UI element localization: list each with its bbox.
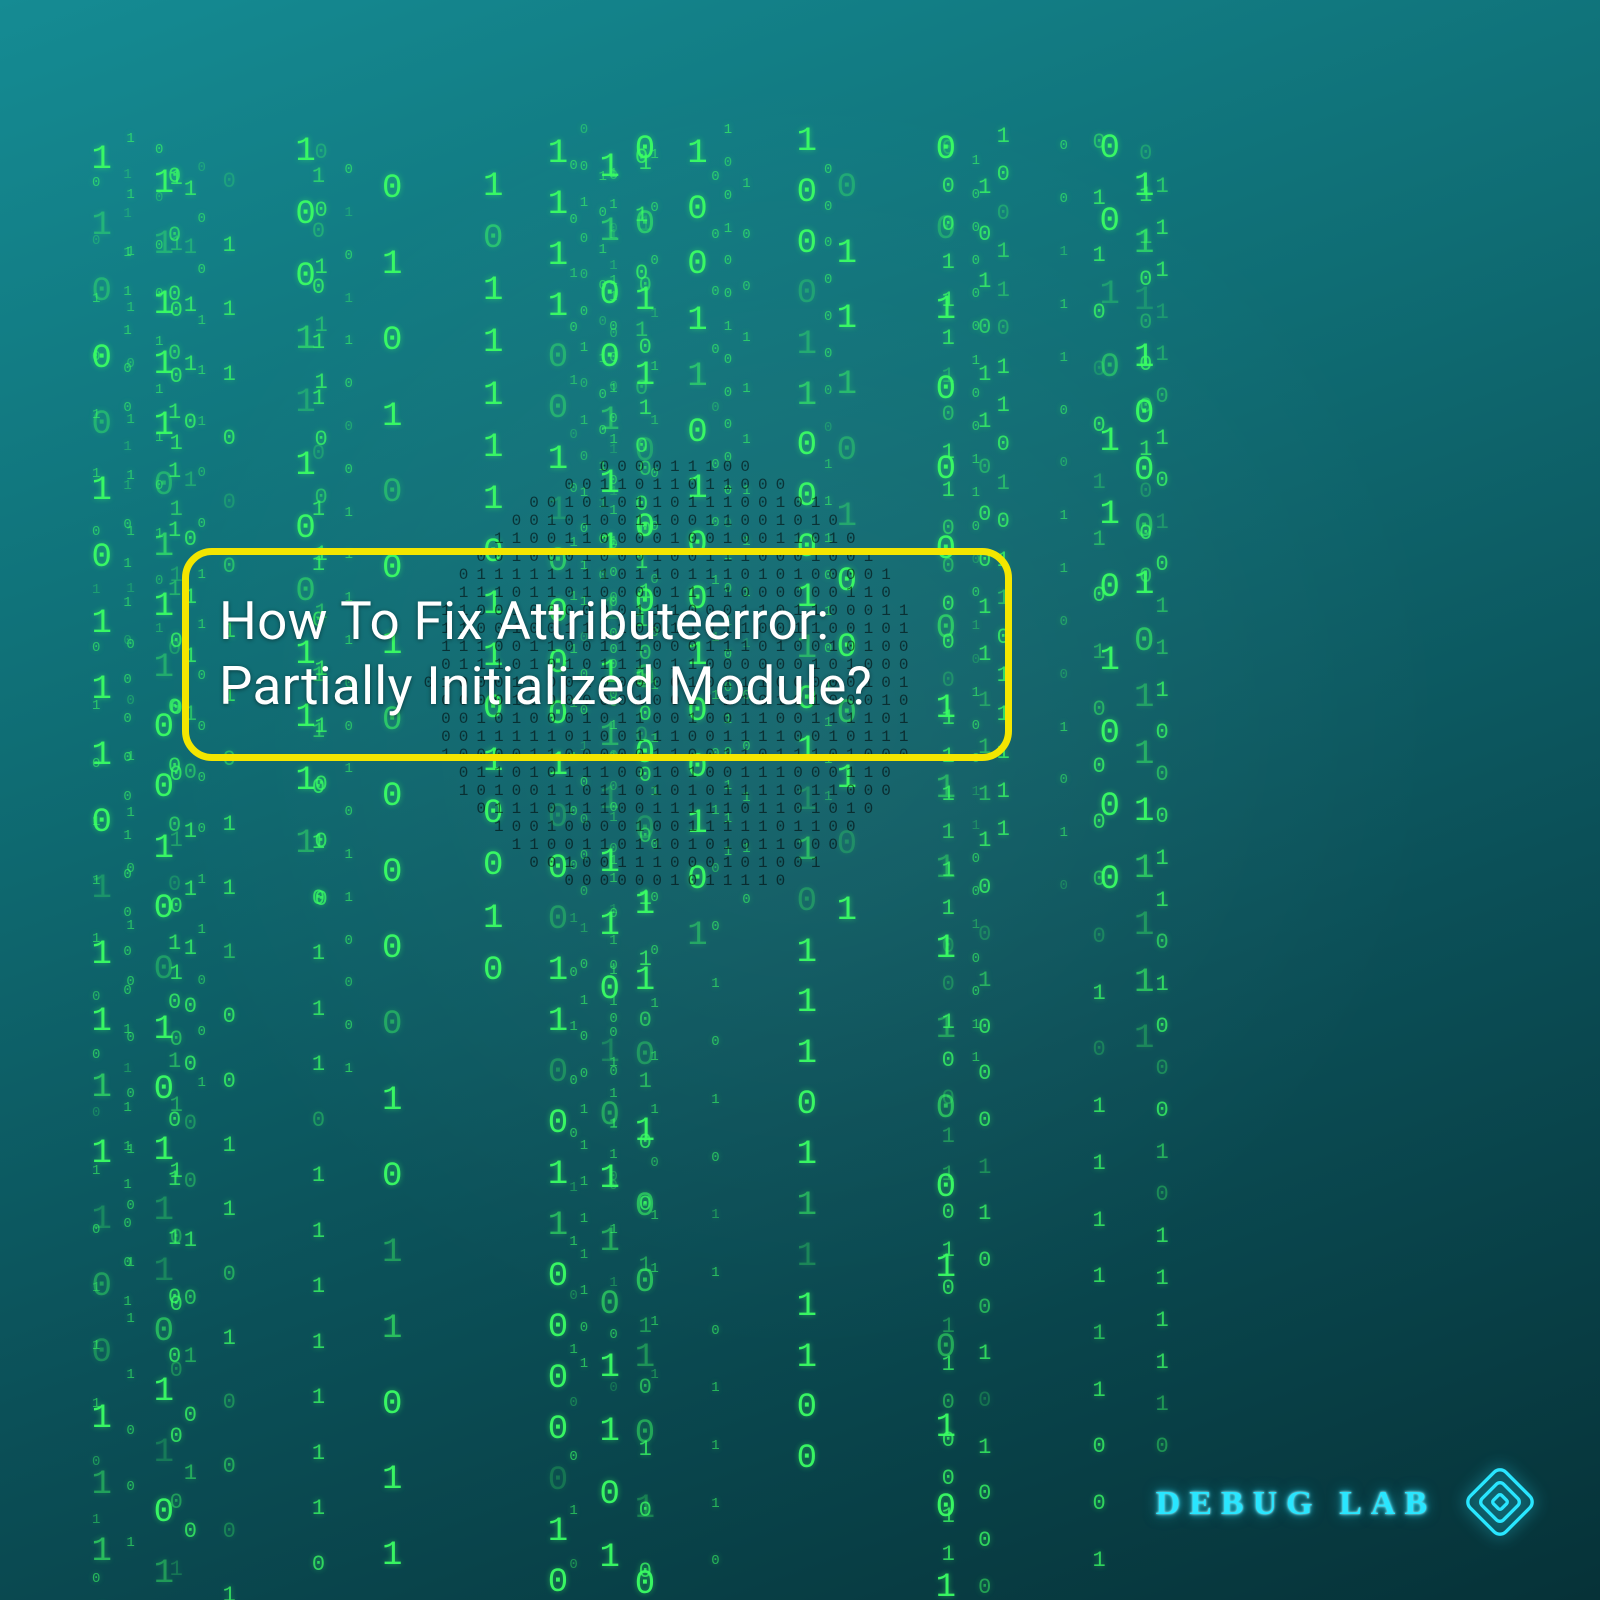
graphic-card: 1111100110110000010000111110010010110100…: [0, 0, 1600, 1600]
headline-text: How To Fix Attributeerror: Partially Ini…: [219, 589, 975, 718]
brand-mark: DEBUG LAB: [1156, 1460, 1542, 1548]
brand-text: DEBUG LAB: [1156, 1485, 1436, 1523]
headline-frame: How To Fix Attributeerror: Partially Ini…: [182, 548, 1012, 761]
matrix-rain-background: 1111100110110000010000111110010010110100…: [0, 0, 1600, 1600]
debug-lab-logo-icon: [1458, 1460, 1542, 1548]
